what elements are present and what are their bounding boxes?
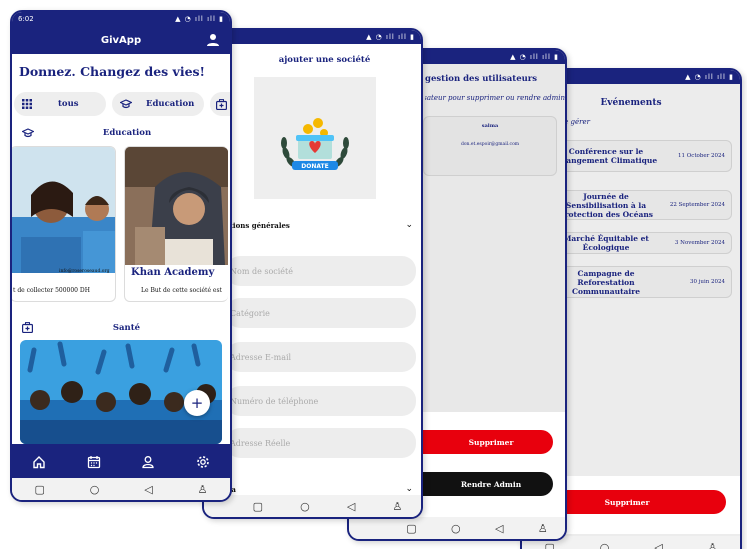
section-media[interactable]: média ⌄ [212, 484, 413, 494]
settings-tab-icon[interactable] [196, 455, 210, 469]
address-field[interactable] [226, 428, 416, 458]
chevron-down-icon[interactable]: ⌄ [405, 484, 413, 494]
section-general-info[interactable]: Informations générales ⌄ [204, 220, 413, 230]
health-section-title: Santé [112, 322, 141, 333]
back-icon[interactable]: ◁ [144, 483, 152, 496]
user-card[interactable]: salma don.et.espoir@gmail.com [423, 116, 557, 176]
graduation-cap-icon [22, 128, 34, 138]
event-date: 3 November 2024 [674, 240, 725, 246]
home-tab-icon[interactable] [32, 455, 46, 469]
status-time: 6:02 [18, 15, 34, 23]
event-date: 30 juin 2024 [689, 279, 725, 285]
back-icon[interactable]: ◁ [495, 522, 503, 535]
page-title: ajouter une société [278, 55, 371, 65]
page-subtitle: Cliquez sur un utilisateur pour supprime… [425, 94, 565, 102]
headline: Donnez. Changez des vies! [19, 64, 206, 79]
category-chips: tous Education [12, 92, 230, 118]
system-nav-bar: ▢ ○ ◁ ♙ [204, 495, 421, 517]
chip-all-label: tous [58, 99, 79, 109]
recents-icon[interactable]: ▢ [34, 483, 44, 496]
category-field[interactable] [226, 298, 416, 328]
chip-health[interactable] [210, 92, 230, 116]
calendar-tab-icon[interactable] [87, 455, 101, 469]
bottom-tab-bar [12, 444, 230, 480]
org-title: Khan Academy [131, 267, 215, 278]
back-icon[interactable]: ◁ [654, 541, 662, 549]
event-title: Marché Équitable et Écologique [563, 234, 649, 252]
student-photo [125, 147, 228, 265]
education-section-title: Education [102, 128, 152, 138]
recents-icon[interactable]: ▢ [406, 522, 416, 535]
system-nav-bar: ▢ ○ ◁ ♙ [12, 478, 230, 500]
event-title: Campagne de Reforestation Communautaire [572, 268, 640, 296]
chip-education-label: Education [146, 99, 195, 109]
accessibility-icon[interactable]: ♙ [708, 541, 718, 549]
event-title: Journée de Sensibilisation à la Protecti… [558, 191, 654, 219]
app-bar: GivApp [12, 26, 230, 54]
status-icons: ▲ ◔ ıll ıll ▮ [175, 15, 224, 23]
status-bar: 6:02 ▲ ◔ ıll ıll ▮ [12, 12, 230, 26]
user-email: don.et.espoir@gmail.com [460, 142, 520, 147]
event-card[interactable]: Conférence sur le Changement Climatique … [550, 140, 732, 172]
home-icon[interactable]: ○ [451, 522, 461, 535]
chip-all[interactable]: tous [14, 92, 106, 116]
company-name-field[interactable] [226, 256, 416, 286]
recents-icon[interactable]: ▢ [253, 500, 263, 513]
profile-tab-icon[interactable] [141, 455, 155, 469]
event-card[interactable]: Campagne de Reforestation Communautaire … [550, 266, 732, 298]
page-subtitle-text: Cliquez sur un utilisateur pour supprime… [425, 94, 565, 102]
chevron-down-icon[interactable]: ⌄ [405, 220, 413, 230]
children-photo [12, 147, 115, 273]
org-card-khan-academy[interactable]: Khan Academy Le But de cette société est [124, 146, 228, 302]
education-section-header: Education [22, 128, 220, 138]
delete-button-label: Supprimer [468, 437, 514, 447]
home-icon[interactable]: ○ [90, 483, 100, 496]
back-icon[interactable]: ◁ [347, 500, 355, 513]
phone-home: 6:02 ▲ ◔ ıll ıll ▮ GivApp Donnez. Change… [10, 10, 232, 502]
org-card[interactable]: info@roseroseaud.org t de collecter 5000… [12, 146, 116, 302]
org-description: t de collecter 500000 DH [13, 287, 90, 294]
company-image-placeholder[interactable]: DONATE [254, 77, 376, 199]
medical-kit-icon [22, 322, 33, 333]
org-email: info@roseroseaud.org [59, 269, 110, 274]
status-icons: ▲ ◔ ıll ıll ▮ [366, 33, 415, 41]
event-card[interactable]: Journée de Sensibilisation à la Protecti… [550, 190, 732, 220]
email-field[interactable] [226, 342, 416, 372]
status-icons: ▲ ◔ ıll ıll ▮ [685, 73, 734, 81]
chip-education[interactable]: Education [112, 92, 204, 116]
org-description: Le But de cette société est [141, 287, 222, 294]
add-button[interactable]: + [184, 390, 210, 416]
phone-add-company: ▲ ◔ ıll ıll ▮ ajouter une société DONATE [202, 28, 423, 519]
event-card[interactable]: Marché Équitable et Écologique 3 Novembe… [550, 232, 732, 254]
donate-illustration-icon: DONATE [281, 118, 349, 170]
status-bar: ▲ ◔ ıll ıll ▮ [204, 30, 421, 44]
phone-field[interactable] [226, 386, 416, 416]
event-date: 22 September 2024 [669, 202, 725, 208]
system-nav-bar: ▢ ○ ◁ ♙ [349, 517, 565, 539]
user-icon[interactable] [206, 33, 220, 47]
page-title: gestion des utilisateurs [425, 74, 538, 84]
medical-kit-icon [216, 98, 227, 110]
home-icon[interactable]: ○ [300, 500, 310, 513]
app-title: GivApp [100, 34, 142, 46]
accessibility-icon[interactable]: ♙ [538, 522, 548, 535]
event-date: 11 October 2024 [677, 153, 725, 159]
status-icons: ▲ ◔ ıll ıll ▮ [510, 53, 559, 61]
home-icon[interactable]: ○ [600, 541, 610, 549]
user-name: salma [481, 123, 499, 129]
accessibility-icon[interactable]: ♙ [198, 483, 208, 496]
donate-label: DONATE [301, 163, 328, 170]
graduation-cap-icon [120, 99, 132, 109]
make-admin-label: Rendre Admin [460, 479, 522, 489]
recents-icon[interactable]: ▢ [544, 541, 554, 549]
health-section-header: Santé [22, 322, 220, 333]
event-title: Conférence sur le Changement Climatique [554, 147, 658, 165]
grid-icon [22, 99, 32, 109]
accessibility-icon[interactable]: ♙ [393, 500, 403, 513]
